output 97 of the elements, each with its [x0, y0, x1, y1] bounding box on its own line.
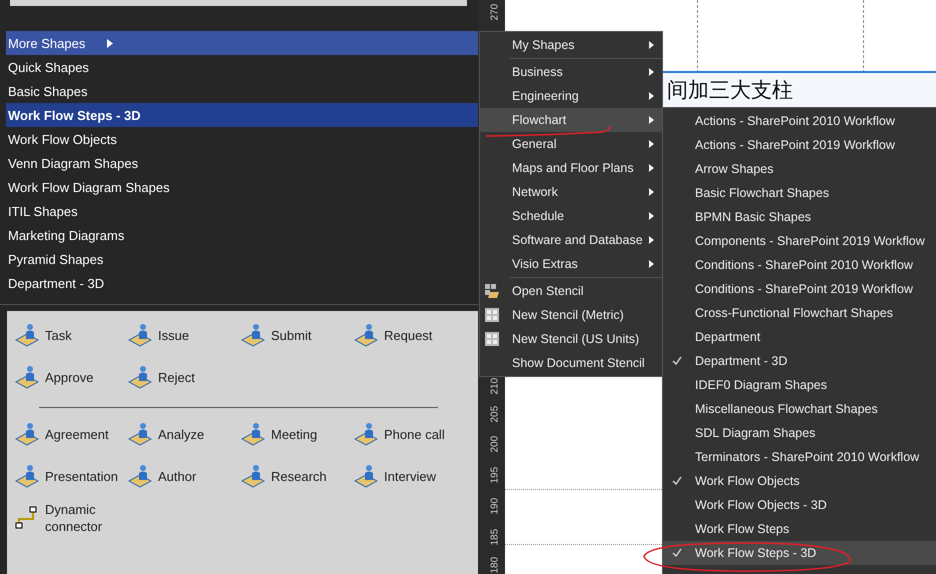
stencil-shape[interactable]: Analyze: [128, 418, 241, 450]
submenu-arrow-icon: [649, 188, 654, 196]
check-icon: [672, 356, 682, 365]
worker-figure-icon: [128, 421, 152, 447]
submenu-arrow-icon: [649, 41, 654, 49]
shape-category-item[interactable]: Work Flow Steps - 3D: [6, 103, 478, 127]
shape-category-item[interactable]: ITIL Shapes: [6, 199, 478, 223]
submenu-arrow-icon: [649, 68, 654, 76]
menu-item[interactable]: SDL Diagram Shapes: [663, 421, 936, 445]
worker-figure-icon: [15, 463, 39, 489]
menu-item[interactable]: Maps and Floor Plans: [480, 156, 662, 180]
check-icon: [672, 548, 682, 557]
stencil-shape[interactable]: Reject: [128, 361, 241, 393]
menu-item[interactable]: Terminators - SharePoint 2010 Workflow: [663, 445, 936, 469]
ruler-label: 200: [490, 438, 500, 452]
menu-item[interactable]: New Stencil (US Units): [480, 327, 662, 351]
stencil-shape[interactable]: Issue: [128, 319, 241, 351]
menu-item[interactable]: Actions - SharePoint 2010 Workflow: [663, 109, 936, 133]
menu-item[interactable]: Department: [663, 325, 936, 349]
worker-figure-icon: [241, 421, 265, 447]
shape-category-item[interactable]: Work Flow Objects: [6, 127, 478, 151]
menu-item[interactable]: Work Flow Objects - 3D: [663, 493, 936, 517]
grid-icon: [484, 331, 500, 347]
menu-item[interactable]: Components - SharePoint 2019 Workflow: [663, 229, 936, 253]
stencil-shape[interactable]: Author: [128, 460, 241, 492]
shape-category-item[interactable]: More Shapes: [6, 31, 478, 55]
menu-item[interactable]: Basic Flowchart Shapes: [663, 181, 936, 205]
ruler-label: 205: [490, 408, 500, 422]
shape-category-item[interactable]: Department - 3D: [6, 271, 478, 295]
submenu-arrow-icon: [649, 92, 654, 100]
stencil-shape[interactable]: Task: [15, 319, 128, 351]
menu-item[interactable]: Show Document Stencil: [480, 351, 662, 375]
stencil-shape[interactable]: Submit: [241, 319, 354, 351]
check-icon: [672, 476, 682, 485]
ruler-label: 190: [490, 500, 500, 514]
stencil-shape[interactable]: Phone call: [354, 418, 467, 450]
submenu-arrow-icon: [649, 140, 654, 148]
menu-item[interactable]: Work Flow Objects: [663, 469, 936, 493]
grid-icon: [484, 307, 500, 323]
menu-item[interactable]: Work Flow Steps - 3D: [663, 541, 936, 565]
worker-figure-icon: [128, 322, 152, 348]
menu-item[interactable]: Miscellaneous Flowchart Shapes: [663, 397, 936, 421]
worker-figure-icon: [15, 421, 39, 447]
shape-category-item[interactable]: Marketing Diagrams: [6, 223, 478, 247]
menu-item[interactable]: Network: [480, 180, 662, 204]
stencil-shape[interactable]: Approve: [15, 361, 128, 393]
menu-item[interactable]: IDEF0 Diagram Shapes: [663, 373, 936, 397]
menu-item[interactable]: Actions - SharePoint 2019 Workflow: [663, 133, 936, 157]
ruler-label: 185: [490, 532, 500, 546]
submenu-arrow-icon: [649, 212, 654, 220]
stencil-shape[interactable]: Research: [241, 460, 354, 492]
worker-figure-icon: [241, 322, 265, 348]
submenu-arrow-icon: [649, 260, 654, 268]
stencil-shape[interactable]: Agreement: [15, 418, 128, 450]
menu-item[interactable]: Schedule: [480, 204, 662, 228]
menu-item[interactable]: BPMN Basic Shapes: [663, 205, 936, 229]
menu-item[interactable]: Open Stencil: [480, 279, 662, 303]
menu-item[interactable]: General: [480, 132, 662, 156]
ruler-label: 180: [490, 560, 500, 574]
submenu-arrow-icon: [649, 236, 654, 244]
stencil-shape[interactable]: Meeting: [241, 418, 354, 450]
menu-item[interactable]: Arrow Shapes: [663, 157, 936, 181]
menu-item[interactable]: Work Flow Steps: [663, 517, 936, 541]
worker-figure-icon: [128, 364, 152, 390]
stencil-shape[interactable]: Dynamic connector: [15, 502, 128, 534]
worker-figure-icon: [241, 463, 265, 489]
ruler-label: 195: [490, 470, 500, 484]
worker-figure-icon: [354, 421, 378, 447]
menu-item[interactable]: Cross-Functional Flowchart Shapes: [663, 301, 936, 325]
menu-item[interactable]: Conditions - SharePoint 2010 Workflow: [663, 253, 936, 277]
stencil-shape[interactable]: Request: [354, 319, 467, 351]
shape-category-item[interactable]: Basic Shapes: [6, 79, 478, 103]
stencil-shape[interactable]: Presentation: [15, 460, 128, 492]
shape-category-item[interactable]: Work Flow Diagram Shapes: [6, 175, 478, 199]
shape-category-item[interactable]: Quick Shapes: [6, 55, 478, 79]
menu-item[interactable]: New Stencil (Metric): [480, 303, 662, 327]
submenu-arrow-icon: [649, 116, 654, 124]
menu-item[interactable]: Visio Extras: [480, 252, 662, 276]
stencil-shape[interactable]: Interview: [354, 460, 467, 492]
folder-icon: [484, 283, 500, 299]
menu-item[interactable]: Software and Database: [480, 228, 662, 252]
menu-item[interactable]: Conditions - SharePoint 2019 Workflow: [663, 277, 936, 301]
ruler-label: 270: [490, 6, 500, 20]
menu-item[interactable]: My Shapes: [480, 33, 662, 57]
shape-category-item[interactable]: Pyramid Shapes: [6, 247, 478, 271]
menu-item[interactable]: Flowchart: [480, 108, 662, 132]
submenu-arrow-icon: [649, 164, 654, 172]
worker-figure-icon: [15, 364, 39, 390]
worker-figure-icon: [354, 463, 378, 489]
menu-item[interactable]: Department - 3D: [663, 349, 936, 373]
ruler-label: 210: [490, 380, 500, 394]
connector-icon: [15, 505, 39, 531]
worker-figure-icon: [128, 463, 152, 489]
worker-figure-icon: [354, 322, 378, 348]
worker-figure-icon: [15, 322, 39, 348]
shape-category-item[interactable]: Venn Diagram Shapes: [6, 151, 478, 175]
search-field[interactable]: [10, 0, 467, 6]
